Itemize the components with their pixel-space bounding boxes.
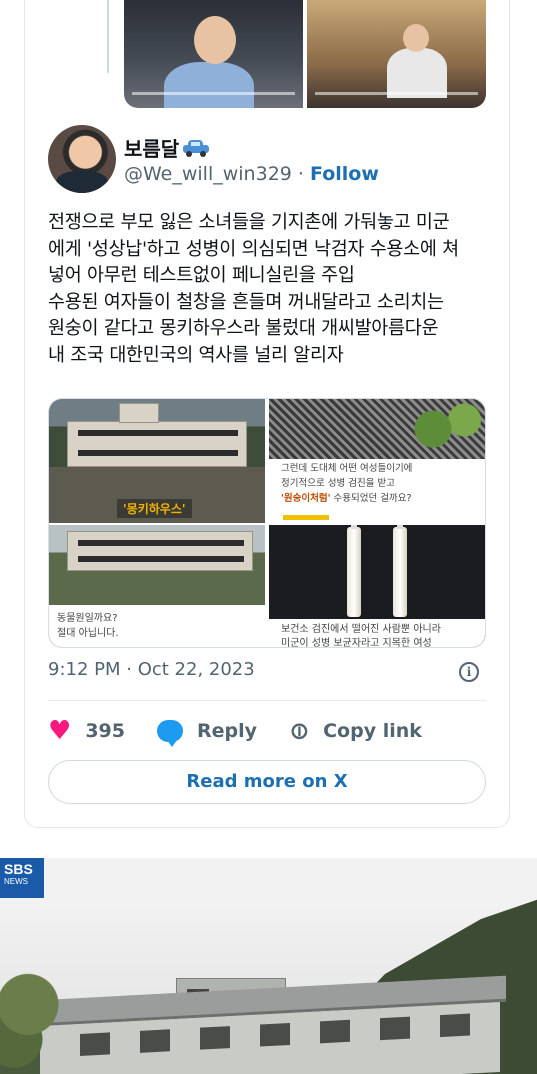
caption-bottom-left: 동물원일까요? 절대 아닙니다. xyxy=(49,605,265,647)
follow-button[interactable]: Follow xyxy=(310,163,379,185)
monkey-house-label: '몽키하우스' xyxy=(117,499,192,518)
thread-line xyxy=(107,0,109,73)
like-count: 395 xyxy=(85,720,125,742)
media-syringes-bottom-right[interactable]: 보건소 검진에서 떨어진 사람뿐 아니라 미군이 성병 보균자라고 지목한 여성 xyxy=(269,525,485,647)
action-bar: ♥ 395 Reply ⊘ Copy link xyxy=(48,714,454,748)
heart-icon: ♥ xyxy=(48,716,72,746)
car-emoji-icon xyxy=(183,139,210,157)
tree xyxy=(0,958,70,1074)
reply-label: Reply xyxy=(196,720,257,742)
copy-link-button[interactable]: ⊘ Copy link xyxy=(282,714,422,748)
person-head xyxy=(403,24,429,52)
building xyxy=(67,421,247,467)
sbs-news-logo: SBS NEWS xyxy=(0,858,44,898)
author-handle[interactable]: @We_will_win329 xyxy=(124,163,292,185)
subtitle-line xyxy=(132,92,295,95)
reply-button[interactable]: Reply xyxy=(156,720,257,747)
link-icon: ⊘ xyxy=(282,713,317,749)
person-body xyxy=(164,62,254,108)
quoted-media[interactable] xyxy=(124,0,486,108)
media-building-bottom-left[interactable]: 동물원일까요? 절대 아닙니다. xyxy=(49,525,265,647)
like-button[interactable]: ♥ 395 xyxy=(48,718,125,744)
reply-bubble-icon xyxy=(156,720,183,747)
leaves-photo xyxy=(397,399,485,459)
media-caption-top-right[interactable]: 그런데 도대체 어떤 여성들이기에 정기적으로 성병 검진을 받고 '원숭이처럼… xyxy=(269,399,485,523)
person-head xyxy=(194,16,236,64)
building-tower xyxy=(119,403,159,423)
tweet-text: 전쟁으로 부모 잃은 소녀들을 기지촌에 가둬놓고 미군 에게 '성상납'하고 … xyxy=(48,212,459,366)
syringe-image xyxy=(347,525,361,617)
copy-link-label: Copy link xyxy=(323,720,422,742)
media-building-top-left[interactable]: '몽키하우스' xyxy=(49,399,265,523)
syringe-image xyxy=(393,525,407,617)
yellow-tag xyxy=(283,515,329,520)
news-photo: SBS NEWS xyxy=(0,858,537,1074)
avatar[interactable] xyxy=(48,125,116,193)
separator: · xyxy=(291,163,310,185)
caption-top-right: 그런데 도대체 어떤 여성들이기에 정기적으로 성병 검진을 받고 '원숭이처럼… xyxy=(281,463,413,504)
avatar-shirt xyxy=(56,171,108,193)
tweet-timestamp[interactable]: 9:12 PM · Oct 22, 2023 xyxy=(48,659,255,680)
person-body xyxy=(387,48,447,98)
tweet-media-grid[interactable]: '몽키하우스' 그런데 도대체 어떤 여성들이기에 정기적으로 성병 검진을 받… xyxy=(48,398,486,648)
subtitle-line xyxy=(315,92,478,95)
handle-row: @We_will_win329 · Follow xyxy=(124,163,379,185)
quoted-image-right[interactable] xyxy=(307,0,486,108)
quoted-image-left[interactable] xyxy=(124,0,303,108)
building xyxy=(67,531,253,571)
read-more-button[interactable]: Read more on X xyxy=(48,760,486,804)
divider xyxy=(48,700,486,701)
display-name[interactable]: 보름달 xyxy=(124,133,179,162)
author-name-row[interactable]: 보름달 xyxy=(124,133,210,162)
caption-bottom-right: 보건소 검진에서 떨어진 사람뿐 아니라 미군이 성병 보균자라고 지목한 여성 xyxy=(269,619,485,647)
info-icon[interactable]: i xyxy=(459,662,479,682)
